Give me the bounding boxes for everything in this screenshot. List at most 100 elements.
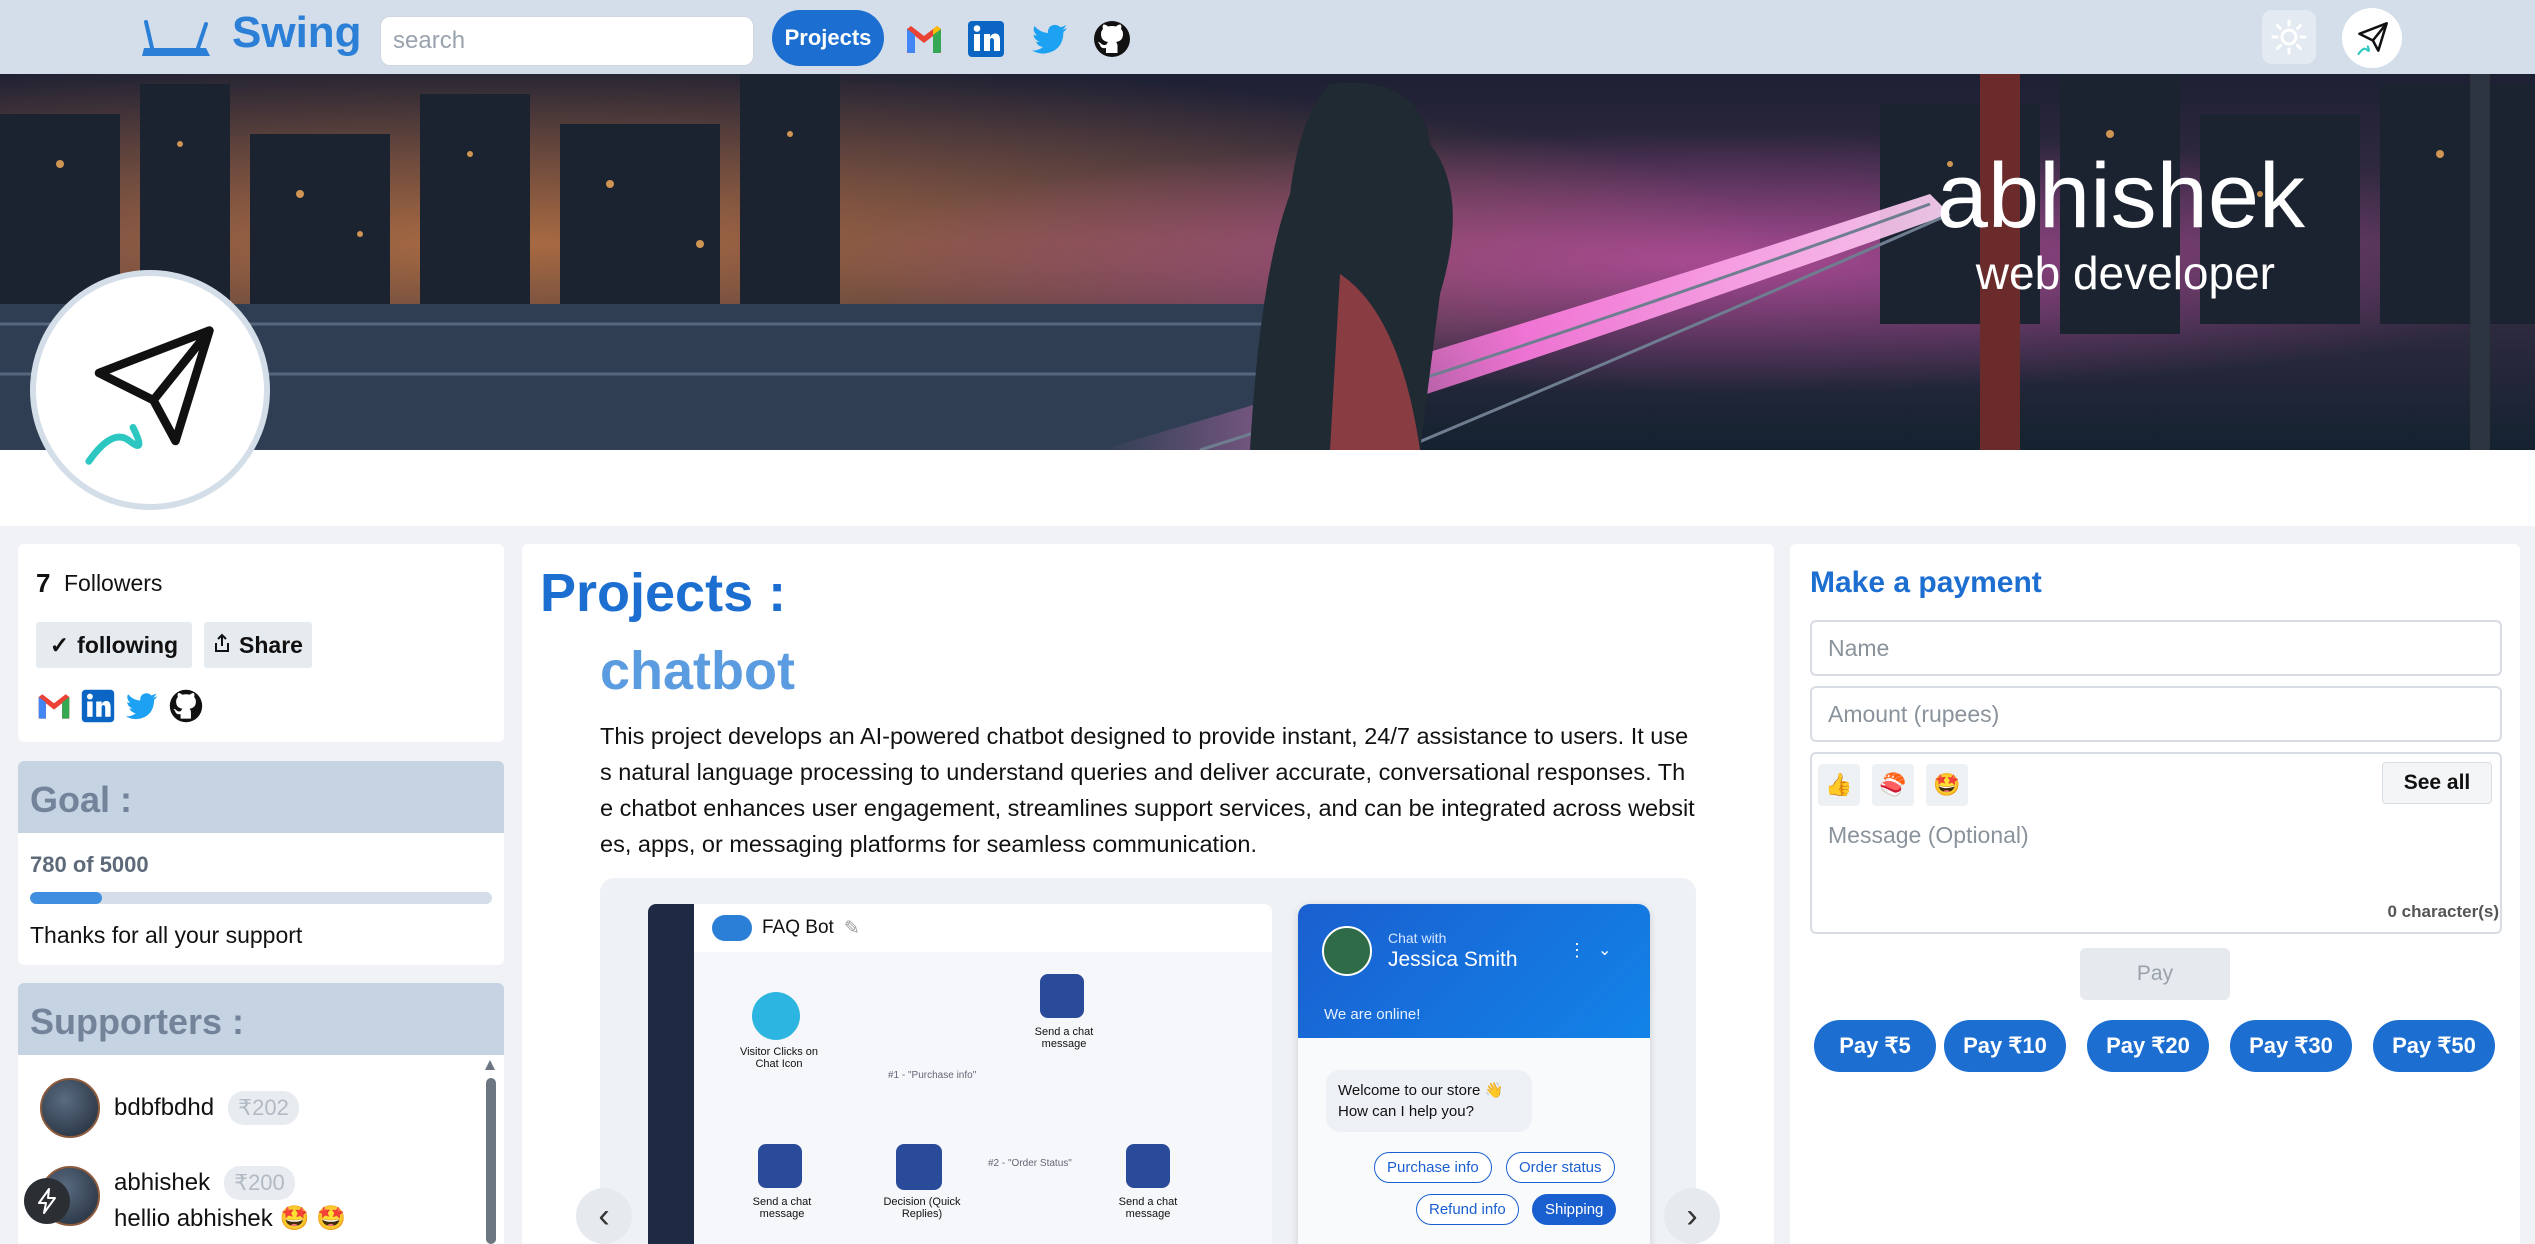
bot-title: FAQ Bot	[762, 917, 834, 938]
star-eyes-emoji-button[interactable]: 🤩	[1926, 764, 1968, 806]
profile-name: abhishek	[1936, 145, 2305, 247]
supporters-title: Supporters :	[18, 983, 504, 1055]
share-label: Share	[239, 631, 303, 658]
supporter-amount-badge: ₹202	[228, 1091, 299, 1125]
supporter-name: abhishek	[114, 1169, 211, 1196]
message-node-icon	[758, 1144, 802, 1188]
quick-pay-30-button[interactable]: Pay ₹30	[2230, 1020, 2352, 1072]
more-icon: ⋮	[1568, 940, 1586, 960]
profile-header-strip	[0, 450, 2535, 526]
pay-button[interactable]: Pay	[2080, 948, 2230, 1000]
name-input[interactable]	[1810, 620, 2502, 676]
node-label: Send a chat message	[1118, 1196, 1178, 1220]
node-label: Visitor Clicks on Chat Icon	[739, 1046, 819, 1070]
node-label: Send a chat message	[1034, 1026, 1094, 1050]
projects-title: Projects :	[540, 563, 787, 623]
following-button[interactable]: ✓ following	[36, 622, 192, 668]
chevron-down-icon: ⌄	[1598, 942, 1612, 959]
bolt-fab-button[interactable]	[24, 1178, 70, 1224]
builder-sidebar	[648, 904, 694, 1244]
character-counter: 0 character(s)	[2387, 902, 2499, 921]
profile-avatar	[30, 270, 270, 510]
goal-progress-fill	[30, 892, 103, 904]
goal-title: Goal :	[18, 761, 504, 833]
twitter-icon[interactable]	[124, 688, 160, 724]
agent-avatar	[1322, 926, 1372, 976]
scrollbar-thumb[interactable]	[486, 1078, 496, 1244]
sushi-emoji-button[interactable]: 🍣	[1872, 764, 1914, 806]
message-placeholder: Message (Optional)	[1828, 822, 2029, 848]
supporter-amount-badge: ₹200	[224, 1166, 295, 1200]
linkedin-icon[interactable]	[966, 19, 1006, 59]
payment-title: Make a payment	[1810, 566, 2042, 599]
chevron-right-icon: ›	[1686, 1196, 1698, 1235]
quick-pay-5-button[interactable]: Pay ₹5	[1814, 1020, 1936, 1072]
github-icon[interactable]	[1092, 19, 1132, 59]
router-logo-icon[interactable]	[140, 18, 214, 58]
quick-pay-50-button[interactable]: Pay ₹50	[2373, 1020, 2495, 1072]
linkedin-icon[interactable]	[80, 688, 116, 724]
node-label: Send a chat message	[752, 1196, 812, 1220]
profile-role: web developer	[1975, 247, 2275, 299]
agent-name: Jessica Smith	[1388, 948, 1518, 971]
chat-bubble: Welcome to our store 👋 How can I help yo…	[1326, 1070, 1532, 1132]
avatar	[40, 1078, 100, 1138]
share-icon	[213, 632, 231, 659]
carousel-next-button[interactable]: ›	[1664, 1188, 1720, 1244]
chevron-left-icon: ‹	[598, 1196, 610, 1235]
quick-reply-chip: Refund info	[1416, 1194, 1519, 1225]
brand-name[interactable]: Swing	[232, 8, 362, 58]
chat-message-line: How can I help you?	[1338, 1103, 1474, 1120]
edge-label: #1 - "Purchase info"	[888, 1070, 977, 1081]
paper-plane-icon	[85, 326, 214, 465]
decision-node-icon	[896, 1144, 942, 1190]
scroll-up-arrow-icon	[485, 1060, 495, 1070]
bot-logo-icon	[712, 915, 752, 941]
chat-message-line: Welcome to our store 👋	[1338, 1082, 1504, 1099]
quick-pay-10-button[interactable]: Pay ₹10	[1944, 1020, 2066, 1072]
quick-reply-chip: Order status	[1506, 1152, 1615, 1183]
chat-widget-screenshot: Chat with Jessica Smith ⋮ ⌄ We are onlin…	[1298, 904, 1650, 1244]
builder-header: FAQ Bot ✎	[694, 904, 1272, 952]
sun-icon	[2271, 19, 2307, 55]
lightning-icon	[38, 1188, 56, 1214]
quick-pay-20-button[interactable]: Pay ₹20	[2087, 1020, 2209, 1072]
message-node-icon	[1040, 974, 1084, 1018]
project-description: This project develops an AI-powered chat…	[600, 723, 1695, 857]
paper-plane-icon	[2357, 22, 2388, 56]
flow-builder-screenshot: FAQ Bot ✎ Visitor Clicks on Chat Icon Se…	[648, 904, 1272, 1244]
message-node-icon	[1126, 1144, 1170, 1188]
carousel-prev-button[interactable]: ‹	[576, 1188, 632, 1244]
followers-label: Followers	[64, 570, 163, 596]
theme-toggle-button[interactable]	[2262, 10, 2316, 64]
supporter-item: abhishek ₹200 hellio abhishek 🤩 🤩	[40, 1166, 346, 1233]
thumbs-up-emoji-button[interactable]: 👍	[1818, 764, 1860, 806]
chat-node-icon	[752, 992, 800, 1040]
user-avatar-button[interactable]	[2342, 8, 2402, 68]
quick-reply-chip: Purchase info	[1374, 1152, 1492, 1183]
supporter-message: hellio abhishek 🤩 🤩	[114, 1205, 346, 1232]
gmail-icon[interactable]	[36, 688, 72, 724]
github-icon[interactable]	[168, 688, 204, 724]
twitter-icon[interactable]	[1030, 19, 1070, 59]
online-status: We are online!	[1324, 1006, 1421, 1023]
chat-with-label: Chat with	[1388, 930, 1447, 946]
pencil-icon: ✎	[843, 917, 860, 939]
following-label: following	[77, 631, 179, 658]
project-name: chatbot	[600, 641, 795, 701]
goal-progress-text: 780 of 5000	[30, 852, 149, 877]
supporter-item: bdbfbdhd ₹202	[40, 1078, 299, 1138]
quick-reply-chip: Shipping	[1532, 1194, 1617, 1225]
amount-input[interactable]	[1810, 686, 2502, 742]
supporter-name: bdbfbdhd	[114, 1094, 215, 1121]
goal-message: Thanks for all your support	[30, 922, 303, 948]
projects-button[interactable]: Projects	[772, 10, 884, 66]
goal-progress-bar	[30, 892, 492, 904]
search-input[interactable]	[380, 16, 754, 66]
see-all-emojis-button[interactable]: See all	[2382, 762, 2492, 804]
gmail-icon[interactable]	[904, 19, 944, 59]
project-screenshot-carousel: FAQ Bot ✎ Visitor Clicks on Chat Icon Se…	[600, 878, 1696, 1244]
followers-count: 7	[36, 568, 51, 598]
share-button[interactable]: Share	[204, 622, 312, 668]
check-icon: ✓	[49, 631, 70, 658]
